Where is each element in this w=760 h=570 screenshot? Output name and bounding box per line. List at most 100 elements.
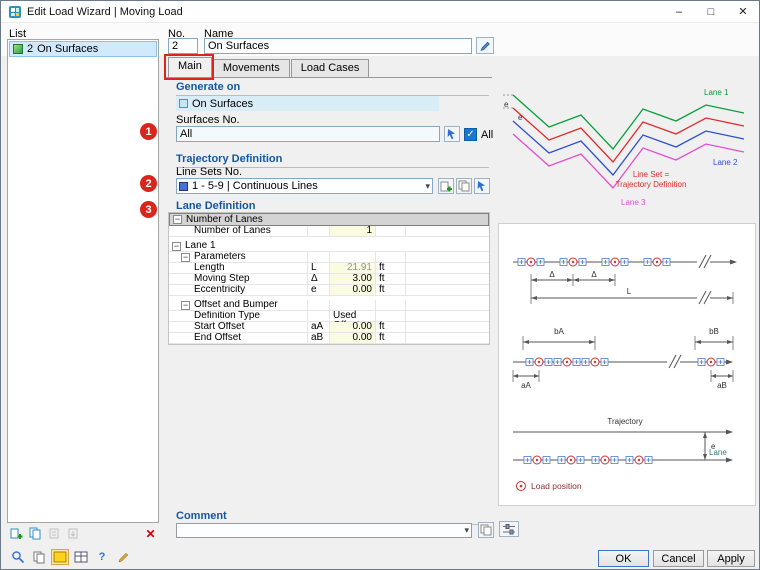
table-row-lane-1-group[interactable]: − Lane 1 — [169, 241, 489, 252]
no-value: 2 — [172, 40, 179, 52]
new-list-item-button[interactable] — [8, 526, 25, 541]
line-sets-no-label: Line Sets No. — [176, 166, 243, 178]
table-row-parameters-group[interactable]: − Parameters — [169, 252, 489, 263]
rename-button[interactable] — [476, 37, 494, 54]
collapse-icon[interactable]: − — [181, 252, 190, 262]
table-row-start-offset[interactable]: Start Offset aA 0.00 ft — [169, 322, 489, 333]
value-cell[interactable]: 21.91 — [330, 263, 376, 273]
value-cell[interactable]: 3.00 — [330, 274, 376, 284]
table-row-eccentricity[interactable]: Eccentricity e 0.00 ft — [169, 285, 489, 296]
delete-list-item-button[interactable]: ✕ — [142, 526, 159, 541]
cancel-button[interactable]: Cancel — [653, 550, 704, 567]
generate-on-title: Generate on — [176, 81, 489, 96]
diagram-settings-button[interactable] — [499, 521, 519, 537]
filler-cell — [406, 263, 489, 273]
tab-movements[interactable]: Movements — [212, 59, 290, 77]
value-cell[interactable]: Used Offset — [330, 311, 376, 331]
maximize-button[interactable]: □ — [695, 1, 727, 23]
table-row-end-offset[interactable]: End Offset aB 0.00 ft — [169, 333, 489, 344]
symbol-cell: Δ — [308, 274, 330, 284]
tab-load-cases-label: Load Cases — [300, 62, 360, 74]
unit-cell: ft — [376, 333, 406, 343]
annotation-circle-1: 1 — [140, 123, 157, 140]
colors-button[interactable] — [51, 549, 69, 565]
value-cell — [330, 300, 376, 310]
help-button[interactable]: ? — [93, 549, 111, 565]
row-label: Number of Lanes — [194, 226, 271, 236]
pick-surfaces-button[interactable] — [444, 126, 460, 142]
moving-load-icon — [13, 44, 23, 54]
list-item-no: 2 — [27, 43, 34, 55]
collapse-icon[interactable]: − — [173, 215, 182, 224]
tab-load-cases[interactable]: Load Cases — [290, 59, 370, 77]
filler-cell — [406, 311, 489, 321]
close-button[interactable]: ✕ — [727, 1, 759, 23]
copy-list-item-button[interactable] — [27, 526, 44, 541]
pick-line-set-button[interactable] — [474, 178, 490, 194]
edit-mode-button[interactable] — [114, 549, 132, 565]
symbol-cell — [308, 226, 330, 236]
name-value: On Surfaces — [208, 40, 270, 52]
dimension-diagram: Δ Δ L bA bB aA aB Trajectory e Lane Load… — [512, 254, 737, 491]
table-row-offset-and-bumper-group[interactable]: − Offset and Bumper — [169, 300, 489, 311]
name-field[interactable]: On Surfaces — [204, 38, 472, 54]
collapse-icon[interactable]: − — [181, 300, 190, 310]
unit-cell — [376, 300, 406, 310]
comment-copy-button[interactable] — [478, 522, 494, 538]
ok-button[interactable]: OK — [598, 550, 649, 567]
value-cell[interactable]: 0.00 — [330, 333, 376, 343]
symbol-cell: aA — [308, 322, 330, 332]
lane-label: Lane — [709, 448, 727, 457]
table-row-length[interactable]: Length L 21.91 ft — [169, 263, 489, 274]
edit-line-set-icon — [458, 180, 470, 192]
comment-combo[interactable]: ▾ — [176, 523, 472, 538]
filler-cell — [406, 300, 489, 310]
value-cell[interactable]: 0.00 — [330, 285, 376, 295]
load-wizard-list[interactable]: 2 On Surfaces — [7, 39, 159, 523]
copy-settings-button[interactable] — [30, 549, 48, 565]
edit-line-set-button[interactable] — [456, 178, 472, 194]
app-icon — [9, 5, 21, 18]
move-down-button[interactable] — [65, 526, 82, 541]
unit-cell — [376, 252, 406, 262]
question-mark-icon: ? — [98, 551, 106, 563]
apply-button[interactable]: Apply — [707, 550, 755, 567]
line-sets-combo[interactable]: 1 - 5-9 | Continuous Lines ▾ — [176, 178, 433, 194]
minimize-button[interactable]: – — [663, 1, 695, 23]
value-cell[interactable]: 1 — [330, 226, 376, 236]
display-properties-button[interactable] — [72, 549, 90, 565]
dialog-toolbar: ? — [9, 549, 132, 565]
table-row-number-of-lanes[interactable]: Number of Lanes 1 — [169, 226, 489, 237]
select-arrow-icon — [477, 181, 485, 192]
new-line-set-button[interactable] — [438, 178, 454, 194]
symbol-cell — [308, 300, 330, 310]
annotation-rect-main-tab — [164, 54, 214, 80]
no-field[interactable]: 2 — [168, 38, 198, 54]
filler-cell — [406, 252, 489, 262]
all-surfaces-checkbox[interactable]: ✓ — [464, 128, 477, 141]
row-label: Moving Step — [194, 274, 250, 284]
surfaces-no-input[interactable]: All — [176, 126, 440, 142]
group-label: Number of Lanes — [186, 213, 263, 225]
window-title: Edit Load Wizard | Moving Load — [27, 5, 183, 18]
value-cell[interactable]: 0.00 — [330, 322, 376, 332]
lane-parameter-diagrams: Δ Δ L bA bB aA aB Trajectory e Lane Load… — [498, 223, 756, 506]
e-dim-label: e — [518, 113, 523, 122]
line-sets-value: 1 - 5-9 | Continuous Lines — [192, 180, 318, 192]
table-row-definition-type[interactable]: Definition Type Used Offset — [169, 311, 489, 331]
list-toolbar — [8, 526, 82, 541]
move-up-button[interactable] — [46, 526, 63, 541]
table-row-moving-step[interactable]: Moving Step Δ 3.00 ft — [169, 274, 489, 285]
move-down-icon — [68, 528, 78, 539]
filler-cell — [406, 274, 489, 284]
bA-label: bA — [554, 327, 564, 336]
find-button[interactable] — [9, 549, 27, 565]
table-row-number-of-lanes-group[interactable]: − Number of Lanes — [169, 213, 489, 226]
filler-cell — [406, 226, 489, 236]
lane3-label: Lane 3 — [621, 198, 646, 207]
check-icon: ✓ — [466, 129, 475, 140]
symbol-cell: aB — [308, 333, 330, 343]
line-set-color-icon — [179, 181, 188, 191]
collapse-icon[interactable]: − — [172, 241, 181, 251]
list-item-on-surfaces[interactable]: 2 On Surfaces — [9, 41, 157, 57]
